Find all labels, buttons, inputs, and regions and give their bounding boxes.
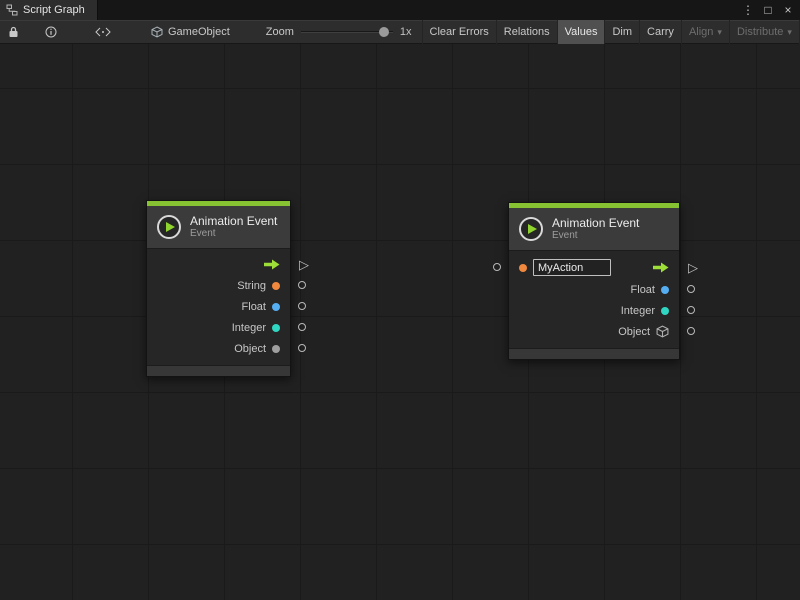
- flow-arrow-icon: [264, 259, 280, 270]
- port-string-output[interactable]: [298, 281, 306, 289]
- float-type-dot: [272, 303, 280, 311]
- graph-target-gameobject[interactable]: GameObject: [151, 26, 230, 38]
- flow-arrow-icon: [653, 262, 669, 273]
- gameobject-icon: [151, 26, 163, 38]
- port-row-name-and-flow: ▷: [509, 256, 679, 279]
- node-body: ▷ String Float Integer Object: [147, 248, 290, 365]
- node-title: Animation Event: [552, 216, 639, 230]
- port-float-output[interactable]: [687, 285, 695, 293]
- port-row-object: Object: [509, 321, 679, 342]
- port-row-integer: Integer: [147, 317, 290, 338]
- zoom-slider-handle[interactable]: [379, 27, 389, 37]
- port-row-flow: ▷: [147, 254, 290, 275]
- event-play-icon: [157, 215, 181, 239]
- node-subtitle: Event: [190, 228, 277, 240]
- port-float-output[interactable]: [298, 302, 306, 310]
- close-button[interactable]: ×: [780, 2, 796, 18]
- port-row-string: String: [147, 275, 290, 296]
- node-body: ▷ Float Integer Object: [509, 250, 679, 348]
- zoom-slider[interactable]: [301, 25, 393, 39]
- window-titlebar: Script Graph ⋮ □ ×: [0, 0, 800, 20]
- maximize-button[interactable]: □: [760, 2, 776, 18]
- relations-button[interactable]: Relations: [496, 20, 557, 44]
- port-label: Float: [631, 284, 655, 296]
- node-footer: [147, 365, 290, 376]
- port-name-input[interactable]: [493, 263, 501, 271]
- port-object-output[interactable]: [687, 327, 695, 335]
- port-label: Object: [618, 326, 650, 338]
- code-view-button[interactable]: [89, 20, 117, 44]
- float-type-dot: [661, 286, 669, 294]
- node-header[interactable]: Animation Event Event: [147, 206, 290, 248]
- port-flow-output[interactable]: ▷: [688, 261, 698, 274]
- graph-target-label: GameObject: [168, 26, 230, 38]
- event-play-icon: [519, 217, 543, 241]
- node-animation-event-right[interactable]: Animation Event Event ▷ Float Integer: [508, 202, 680, 360]
- window-menu-button[interactable]: ⋮: [740, 2, 756, 18]
- integer-type-dot: [661, 307, 669, 315]
- object-type-dot: [272, 345, 280, 353]
- port-flow-output[interactable]: ▷: [299, 258, 309, 271]
- distribute-dropdown-button[interactable]: Distribute ▾: [729, 20, 799, 44]
- zoom-label: Zoom: [266, 26, 294, 38]
- port-label: Object: [234, 343, 266, 355]
- dropdown-arrow-icon: ▾: [787, 27, 792, 38]
- node-animation-event-left[interactable]: Animation Event Event ▷ String Float: [146, 200, 291, 377]
- port-label: Integer: [232, 322, 266, 334]
- script-graph-icon: [6, 4, 18, 16]
- string-type-dot: [272, 282, 280, 290]
- event-name-field[interactable]: [533, 259, 611, 276]
- node-footer: [509, 348, 679, 359]
- port-object-output[interactable]: [298, 344, 306, 352]
- zoom-value: 1x: [400, 26, 412, 38]
- port-integer-output[interactable]: [298, 323, 306, 331]
- port-row-integer: Integer: [509, 300, 679, 321]
- port-row-float: Float: [509, 279, 679, 300]
- values-toggle-button[interactable]: Values: [557, 20, 605, 44]
- lock-button[interactable]: [2, 20, 25, 44]
- graph-canvas[interactable]: Animation Event Event ▷ String Float: [0, 44, 800, 600]
- dim-button[interactable]: Dim: [604, 20, 639, 44]
- port-label: Integer: [621, 305, 655, 317]
- port-label: Float: [242, 301, 266, 313]
- align-dropdown-button[interactable]: Align ▾: [681, 20, 729, 44]
- graph-toolbar: GameObject Zoom 1x Clear Errors Relation…: [0, 20, 800, 44]
- dropdown-arrow-icon: ▾: [717, 27, 722, 38]
- tab-title: Script Graph: [23, 4, 85, 16]
- info-button[interactable]: [39, 20, 63, 44]
- node-title: Animation Event: [190, 214, 277, 228]
- string-type-dot: [519, 264, 527, 272]
- tab-script-graph[interactable]: Script Graph: [0, 0, 98, 20]
- port-row-float: Float: [147, 296, 290, 317]
- port-integer-output[interactable]: [687, 306, 695, 314]
- carry-button[interactable]: Carry: [639, 20, 681, 44]
- titlebar-spacer: [98, 0, 740, 20]
- node-header[interactable]: Animation Event Event: [509, 208, 679, 250]
- port-label: String: [237, 280, 266, 292]
- port-row-object: Object: [147, 338, 290, 359]
- integer-type-dot: [272, 324, 280, 332]
- object-cube-icon: [656, 325, 669, 338]
- node-subtitle: Event: [552, 230, 639, 242]
- clear-errors-button[interactable]: Clear Errors: [422, 20, 496, 44]
